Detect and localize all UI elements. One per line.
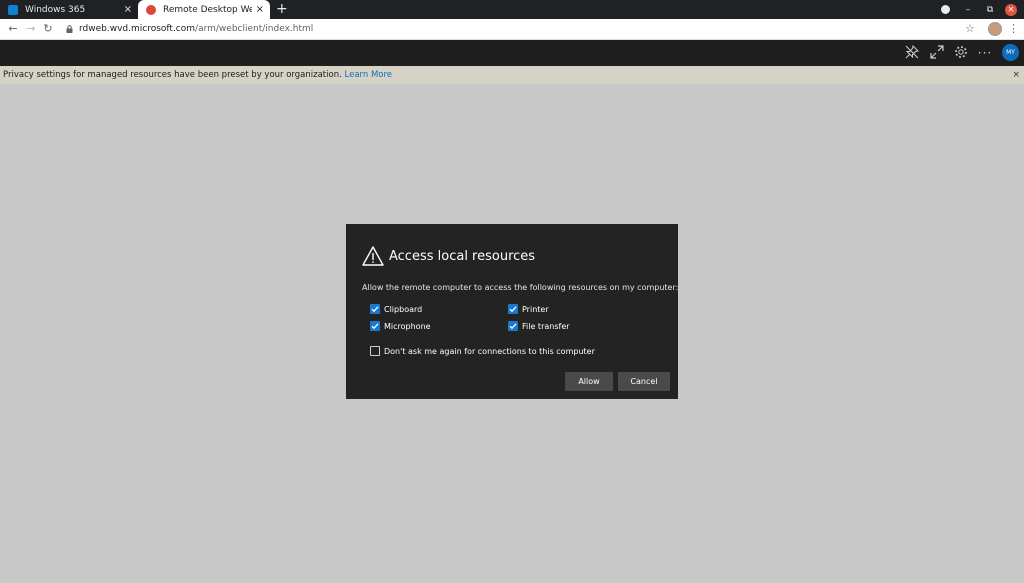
rd-top-bar: ··· MY <box>0 40 1024 66</box>
dont-ask-again-checkbox[interactable]: Don't ask me again for connections to th… <box>370 346 595 356</box>
dialog-description: Allow the remote computer to access the … <box>362 283 679 292</box>
tab-title: Windows 365 <box>25 4 86 15</box>
browser-tab-strip: Windows 365 × Remote Desktop Web Client … <box>0 0 1024 19</box>
tab-close-icon[interactable]: × <box>124 4 132 15</box>
checkbox-label: Clipboard <box>384 304 423 314</box>
new-tab-button[interactable]: + <box>276 0 288 19</box>
allow-button[interactable]: Allow <box>565 372 613 391</box>
checkbox-unchecked-icon <box>370 346 380 356</box>
back-arrow-icon[interactable]: ← <box>5 21 21 37</box>
close-window-button[interactable]: ✕ <box>1004 0 1018 19</box>
access-local-resources-dialog: Access local resources Allow the remote … <box>346 224 678 399</box>
media-control-icon[interactable] <box>939 0 951 19</box>
browser-toolbar: ← → ↻ rdweb.wvd.microsoft.com/arm/webcli… <box>0 19 1024 40</box>
microphone-checkbox[interactable]: Microphone <box>370 321 431 331</box>
reload-icon[interactable]: ↻ <box>40 21 56 37</box>
checkbox-label: Don't ask me again for connections to th… <box>384 346 595 356</box>
tab-close-icon[interactable]: × <box>256 4 264 15</box>
tab-title: Remote Desktop Web Client <box>163 4 252 15</box>
browser-menu-icon[interactable]: ⋮ <box>1008 21 1019 37</box>
learn-more-link[interactable]: Learn More <box>345 70 393 80</box>
banner-close-icon[interactable]: × <box>1012 66 1020 84</box>
url-path: /arm/webclient/index.html <box>195 24 314 34</box>
checkbox-label: Printer <box>522 304 549 314</box>
restore-button[interactable]: ⧉ <box>984 0 996 19</box>
remote-desktop-favicon-icon <box>146 4 156 15</box>
tab-windows-365[interactable]: Windows 365 × <box>0 0 138 19</box>
clipboard-checkbox[interactable]: Clipboard <box>370 304 422 314</box>
lock-icon <box>66 25 73 33</box>
bookmark-star-icon[interactable]: ☆ <box>965 21 975 37</box>
fullscreen-icon[interactable] <box>929 45 945 61</box>
dialog-header: Access local resources <box>362 245 535 267</box>
minimize-button[interactable]: – <box>962 0 974 19</box>
checkbox-checked-icon <box>370 304 380 314</box>
forward-arrow-icon[interactable]: → <box>23 21 39 37</box>
checkbox-checked-icon <box>508 304 518 314</box>
profile-avatar[interactable] <box>988 22 1002 36</box>
printer-checkbox[interactable]: Printer <box>508 304 549 314</box>
checkbox-label: Microphone <box>384 321 431 331</box>
windows-365-favicon-icon <box>8 4 18 15</box>
checkbox-checked-icon <box>508 321 518 331</box>
cancel-button[interactable]: Cancel <box>618 372 670 391</box>
tab-remote-desktop[interactable]: Remote Desktop Web Client × <box>138 0 270 19</box>
url-host: rdweb.wvd.microsoft.com <box>79 24 196 34</box>
gear-icon[interactable] <box>953 45 969 61</box>
warning-icon <box>362 246 384 266</box>
url-field[interactable]: rdweb.wvd.microsoft.com/arm/webclient/in… <box>79 22 313 36</box>
privacy-banner: Privacy settings for managed resources h… <box>0 66 1024 84</box>
banner-text: Privacy settings for managed resources h… <box>3 70 342 80</box>
user-avatar[interactable]: MY <box>1002 44 1019 61</box>
dialog-title: Access local resources <box>389 248 536 264</box>
checkbox-label: File transfer <box>522 321 570 331</box>
file-transfer-checkbox[interactable]: File transfer <box>508 321 570 331</box>
pin-icon[interactable] <box>904 44 920 61</box>
close-icon: ✕ <box>1005 3 1017 16</box>
more-icon[interactable]: ··· <box>977 45 993 61</box>
checkbox-checked-icon <box>370 321 380 331</box>
